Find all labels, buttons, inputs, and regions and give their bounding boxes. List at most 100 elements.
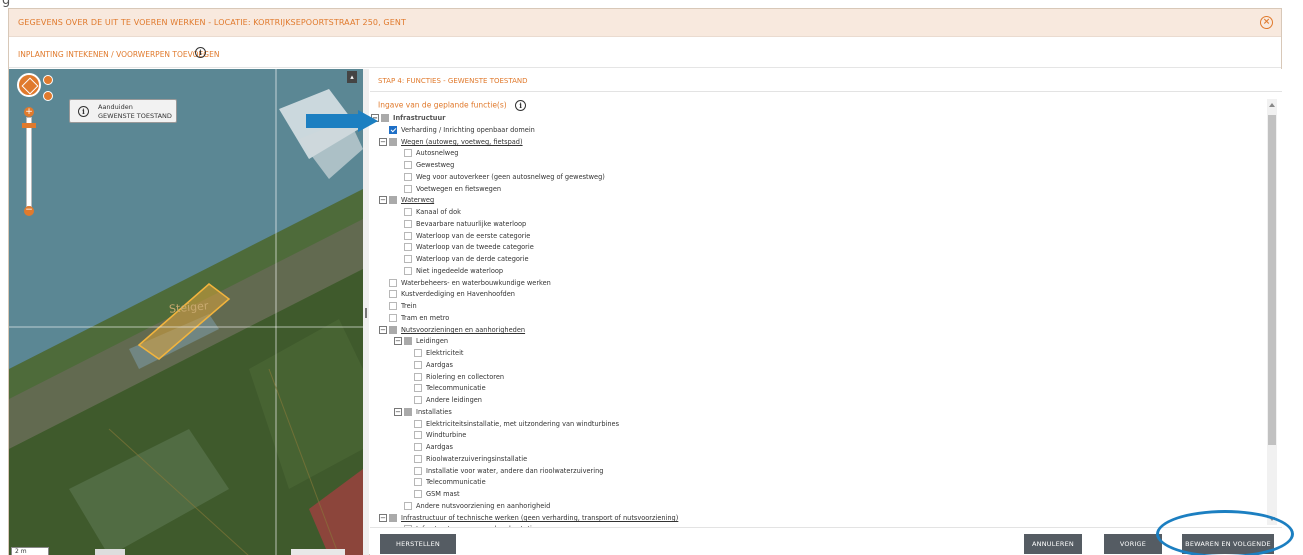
previous-button[interactable]: VORIGE bbox=[1104, 534, 1162, 554]
collapse-toggle-icon[interactable]: − bbox=[394, 408, 402, 416]
tree-checkbox[interactable] bbox=[389, 279, 397, 287]
zoom-slider-handle[interactable] bbox=[22, 123, 36, 128]
tree-checkbox[interactable] bbox=[414, 490, 422, 498]
tree-item[interactable]: Telecommunicatie bbox=[370, 477, 1250, 487]
tree-checkbox[interactable] bbox=[389, 138, 397, 146]
tree-checkbox[interactable] bbox=[404, 243, 412, 251]
close-icon[interactable]: × bbox=[1260, 16, 1273, 29]
tree-checkbox[interactable] bbox=[404, 255, 412, 263]
info-icon[interactable]: i bbox=[515, 100, 527, 111]
panel-splitter[interactable] bbox=[363, 69, 369, 555]
tree-checkbox[interactable] bbox=[414, 420, 422, 428]
tree-checkbox[interactable] bbox=[404, 220, 412, 228]
scroll-up-icon[interactable] bbox=[1269, 103, 1275, 107]
tree-checkbox[interactable] bbox=[389, 326, 397, 334]
reset-button[interactable]: HERSTELLEN bbox=[380, 534, 456, 554]
tree-item[interactable]: Trein bbox=[370, 301, 1250, 311]
tree-item[interactable]: Installatie voor water, andere dan riool… bbox=[370, 466, 1250, 476]
tree-checkbox[interactable] bbox=[389, 290, 397, 298]
tree-item[interactable]: − Infrastructuur bbox=[370, 113, 1250, 123]
scrollbar-thumb[interactable] bbox=[1268, 115, 1276, 445]
tree-checkbox[interactable] bbox=[404, 502, 412, 510]
tree-item[interactable]: Waterloop van de eerste categorie bbox=[370, 231, 1250, 241]
tree-checkbox[interactable] bbox=[389, 126, 397, 134]
tree-item[interactable]: GSM mast bbox=[370, 489, 1250, 499]
tree-item[interactable]: Elektriciteitsinstallatie, met uitzonder… bbox=[370, 419, 1250, 429]
pan-control-icon[interactable] bbox=[17, 73, 41, 97]
collapse-toggle-icon[interactable]: − bbox=[379, 326, 387, 334]
tree-checkbox[interactable] bbox=[389, 314, 397, 322]
tree-checkbox[interactable] bbox=[404, 267, 412, 275]
collapse-toggle-icon[interactable]: − bbox=[379, 514, 387, 522]
tree-checkbox[interactable] bbox=[404, 161, 412, 169]
map-view[interactable]: Steiger ▴ + − i Aanduiden GEWENSTE TOEST… bbox=[9, 69, 363, 555]
zoom-out-button[interactable]: − bbox=[24, 206, 34, 216]
tree-checkbox[interactable] bbox=[414, 373, 422, 381]
tree-checkbox[interactable] bbox=[414, 384, 422, 392]
tree-checkbox[interactable] bbox=[414, 349, 422, 357]
search-location-icon[interactable] bbox=[43, 75, 53, 85]
tree-checkbox[interactable] bbox=[389, 302, 397, 310]
tree-checkbox[interactable] bbox=[414, 455, 422, 463]
tree-item[interactable]: Rioolwaterzuiveringsinstallatie bbox=[370, 454, 1250, 464]
tree-item[interactable]: − Leidingen bbox=[370, 336, 1250, 346]
tree-item[interactable]: Elektriciteit bbox=[370, 348, 1250, 358]
tree-item[interactable]: − Wegen (autoweg, voetweg, fietspad) bbox=[370, 137, 1250, 147]
tree-item[interactable]: Verharding / Inrichting openbaar domein bbox=[370, 125, 1250, 135]
tree-item[interactable]: Waterloop van de tweede categorie bbox=[370, 242, 1250, 252]
tree-checkbox[interactable] bbox=[389, 514, 397, 522]
tree-item[interactable]: Windturbine bbox=[370, 430, 1250, 440]
collapse-map-button[interactable]: ▴ bbox=[347, 71, 357, 83]
tree-item[interactable]: − Nutsvoorzieningen en aanhorigheden bbox=[370, 325, 1250, 335]
breadcrumb[interactable]: INPLANTING INTEKENEN / VOORWERPEN TOEVOE… bbox=[18, 50, 219, 59]
tree-checkbox[interactable] bbox=[404, 185, 412, 193]
tree-checkbox[interactable] bbox=[404, 408, 412, 416]
tree-item-label: Nutsvoorzieningen en aanhorigheden bbox=[401, 326, 526, 334]
tree-item[interactable]: Gewestweg bbox=[370, 160, 1250, 170]
collapse-toggle-icon[interactable]: − bbox=[379, 196, 387, 204]
tree-checkbox[interactable] bbox=[414, 431, 422, 439]
zoom-in-button[interactable]: + bbox=[24, 107, 34, 117]
tree-checkbox[interactable] bbox=[404, 173, 412, 181]
scrollbar[interactable] bbox=[1267, 99, 1277, 525]
tree-item[interactable]: Telecommunicatie bbox=[370, 383, 1250, 393]
tree-item-label: Telecommunicatie bbox=[426, 384, 486, 392]
tree-checkbox[interactable] bbox=[381, 114, 389, 122]
save-and-next-button[interactable]: BEWAREN EN VOLGENDE bbox=[1182, 534, 1274, 554]
collapse-toggle-icon[interactable]: − bbox=[379, 138, 387, 146]
tree-item[interactable]: Bevaarbare natuurlijke waterloop bbox=[370, 219, 1250, 229]
tree-checkbox[interactable] bbox=[404, 337, 412, 345]
tree-item[interactable]: Waterloop van de derde categorie bbox=[370, 254, 1250, 264]
tree-item[interactable]: Autosnelweg bbox=[370, 148, 1250, 158]
tree-item[interactable]: Andere nutsvoorziening en aanhorigheid bbox=[370, 501, 1250, 511]
tree-item[interactable]: Waterbeheers- en waterbouwkundige werken bbox=[370, 278, 1250, 288]
cancel-button[interactable]: ANNULEREN bbox=[1024, 534, 1082, 554]
tree-item[interactable]: Kustverdediging en Havenhoofden bbox=[370, 289, 1250, 299]
tree-item[interactable]: − Waterweg bbox=[370, 195, 1250, 205]
tree-item[interactable]: Aardgas bbox=[370, 442, 1250, 452]
location-pin-icon[interactable] bbox=[43, 91, 53, 101]
tree-checkbox[interactable] bbox=[414, 467, 422, 475]
tree-item[interactable]: − Infrastructuur of technische werken (ge… bbox=[370, 513, 1250, 523]
tree-item[interactable]: Voetwegen en fietswegen bbox=[370, 184, 1250, 194]
info-icon[interactable]: i bbox=[195, 47, 206, 58]
tree-checkbox[interactable] bbox=[414, 361, 422, 369]
tree-item[interactable]: Riolering en collectoren bbox=[370, 372, 1250, 382]
tree-item[interactable]: Aardgas bbox=[370, 360, 1250, 370]
tree-checkbox[interactable] bbox=[404, 208, 412, 216]
tree-item[interactable]: Tram en metro bbox=[370, 313, 1250, 323]
scroll-down-icon[interactable] bbox=[1269, 517, 1275, 521]
tree-item[interactable]: Niet ingedeelde waterloop bbox=[370, 266, 1250, 276]
tree-checkbox[interactable] bbox=[414, 478, 422, 486]
tree-item[interactable]: Weg voor autoverkeer (geen autosnelweg o… bbox=[370, 172, 1250, 182]
tree-checkbox[interactable] bbox=[414, 443, 422, 451]
tree-item[interactable]: Kanaal of dok bbox=[370, 207, 1250, 217]
tree-item[interactable]: Andere leidingen bbox=[370, 395, 1250, 405]
collapse-toggle-icon[interactable]: − bbox=[394, 337, 402, 345]
tree-checkbox[interactable] bbox=[404, 232, 412, 240]
tree-checkbox[interactable] bbox=[389, 196, 397, 204]
zoom-slider[interactable] bbox=[26, 117, 32, 207]
tree-checkbox[interactable] bbox=[404, 149, 412, 157]
tree-item[interactable]: − Installaties bbox=[370, 407, 1250, 417]
tree-checkbox[interactable] bbox=[414, 396, 422, 404]
